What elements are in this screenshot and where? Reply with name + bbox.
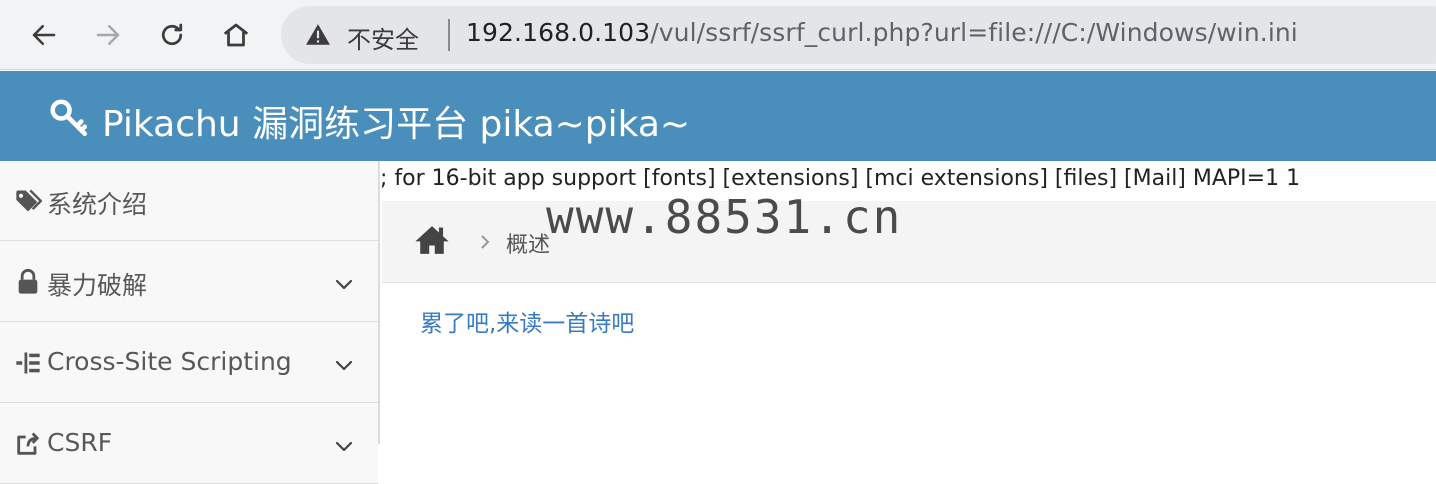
url-path: /vul/ssrf/ssrf_curl.php?url=file:///C:/W… — [650, 18, 1298, 47]
address-bar[interactable]: 不安全 192.168.0.103/vul/ssrf/ssrf_curl.php… — [281, 6, 1436, 64]
curl-output-text: ; for 16-bit app support [fonts] [extens… — [380, 166, 1301, 191]
arrow-left-icon — [32, 25, 56, 45]
reload-icon — [161, 23, 183, 46]
reload-button[interactable] — [152, 15, 192, 55]
home-outline-icon — [223, 23, 249, 47]
address-divider — [448, 19, 450, 51]
breadcrumb-current: 概述 — [506, 233, 551, 258]
home-button[interactable] — [216, 15, 256, 55]
sidebar-item-xss[interactable]: Cross-Site Scripting — [0, 323, 378, 403]
app-header: Pikachu 漏洞练习平台 pika~pika~ — [0, 71, 1436, 161]
browser-toolbar: 不安全 192.168.0.103/vul/ssrf/ssrf_curl.php… — [0, 0, 1436, 70]
chevron-down-icon[interactable] — [332, 353, 356, 377]
lock-icon — [18, 268, 38, 294]
sidebar-item-csrf[interactable]: CSRF — [0, 404, 378, 484]
sidebar-item-label: CSRF — [47, 428, 113, 457]
key-icon — [50, 99, 88, 137]
url-text[interactable]: 192.168.0.103/vul/ssrf/ssrf_curl.php?url… — [466, 18, 1298, 47]
poem-link[interactable]: 累了吧,来读一首诗吧 — [420, 304, 634, 338]
tags-icon — [16, 189, 42, 212]
share-icon — [17, 432, 39, 455]
back-button[interactable] — [24, 15, 64, 55]
sidebar-item-label: 系统介绍 — [47, 190, 148, 219]
chevron-down-icon[interactable] — [332, 434, 356, 458]
watermark-text: www.88531.cn — [546, 190, 903, 244]
sidebar-item-bruteforce[interactable]: 暴力破解 — [0, 242, 378, 322]
breadcrumb: 概述 — [382, 201, 1436, 283]
chevron-down-icon[interactable] — [332, 272, 356, 296]
warning-triangle-icon[interactable] — [305, 22, 331, 48]
sidebar-item-intro[interactable]: 系统介绍 — [0, 161, 378, 241]
arrow-right-icon — [96, 25, 120, 45]
sidebar-item-label: Cross-Site Scripting — [47, 347, 292, 376]
forward-button[interactable] — [88, 15, 128, 55]
sidebar: 系统介绍 暴力破解 Cross-Site Scripting CSRF — [0, 161, 380, 484]
list-tree-icon — [16, 352, 40, 374]
url-host: 192.168.0.103 — [466, 18, 651, 47]
security-status-label[interactable]: 不安全 — [347, 20, 419, 55]
sidebar-item-label: 暴力破解 — [47, 271, 148, 300]
chevron-right-icon — [481, 235, 490, 249]
home-icon[interactable] — [414, 223, 450, 257]
brand-title[interactable]: Pikachu 漏洞练习平台 pika~pika~ — [102, 95, 690, 147]
